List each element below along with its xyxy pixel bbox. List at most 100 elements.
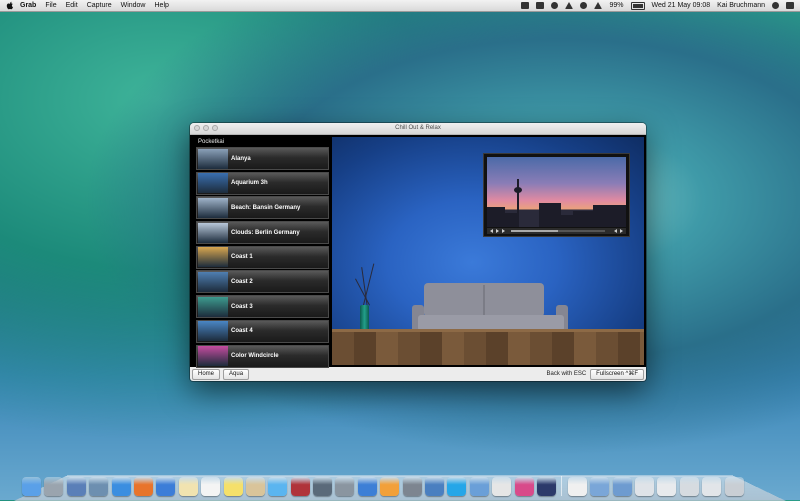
stack-3-icon[interactable] bbox=[679, 477, 699, 496]
video-thumbnail bbox=[198, 296, 228, 317]
itunes-store-icon[interactable] bbox=[536, 477, 556, 496]
battery-percentage[interactable]: 99% bbox=[609, 0, 623, 11]
stickies-icon[interactable] bbox=[223, 477, 243, 496]
progress-fill bbox=[511, 230, 558, 232]
list-item-label: Coast 2 bbox=[231, 278, 253, 285]
menu-extras: 99% Wed 21 May 09:08 Kai Bruchmann bbox=[521, 0, 794, 11]
video-thumbnail bbox=[198, 247, 228, 268]
iphoto-icon[interactable] bbox=[156, 477, 176, 496]
itunes-icon[interactable] bbox=[357, 477, 377, 496]
zoom-button[interactable] bbox=[212, 125, 218, 131]
contacts-icon[interactable] bbox=[245, 477, 265, 496]
menu-help[interactable]: Help bbox=[155, 0, 169, 11]
menu-app-name[interactable]: Grab bbox=[20, 0, 36, 11]
user-name[interactable]: Kai Bruchmann bbox=[717, 0, 765, 11]
sync-icon[interactable] bbox=[551, 2, 559, 9]
minimize-button[interactable] bbox=[203, 125, 209, 131]
app-store-icon[interactable] bbox=[469, 477, 489, 496]
mission-control-icon[interactable] bbox=[66, 477, 86, 496]
safari-icon[interactable] bbox=[111, 477, 131, 496]
notes-icon[interactable] bbox=[178, 477, 198, 496]
list-item-label: Color Windcircle bbox=[231, 353, 279, 359]
window-titlebar[interactable]: Chill Out & Relax bbox=[190, 123, 646, 135]
display-icon[interactable] bbox=[536, 2, 545, 9]
list-item[interactable]: Coast 2 bbox=[196, 270, 329, 294]
close-button[interactable] bbox=[194, 125, 200, 131]
aqua-button[interactable]: Aqua bbox=[223, 368, 250, 380]
esc-hint: Back with ESC bbox=[546, 371, 587, 377]
volume-up-icon[interactable] bbox=[620, 229, 623, 233]
folder-icon[interactable] bbox=[590, 477, 610, 496]
dock-separator bbox=[561, 476, 563, 496]
messages-icon[interactable] bbox=[268, 477, 288, 496]
list-item-label: Alanya bbox=[231, 155, 251, 162]
video-thumbnail bbox=[198, 321, 228, 342]
volume-icon[interactable] bbox=[594, 2, 603, 9]
rewind-icon[interactable] bbox=[490, 229, 493, 233]
list-item[interactable]: Coast 3 bbox=[196, 295, 329, 319]
tv-picture bbox=[487, 157, 626, 227]
player-controls bbox=[487, 228, 626, 234]
bluetooth-icon[interactable] bbox=[565, 2, 574, 9]
fullscreen-button[interactable]: Fullscreen ^⌘F bbox=[590, 368, 644, 380]
list-item[interactable]: Color Windcircle bbox=[196, 344, 329, 368]
list-item-label: Coast 1 bbox=[231, 254, 253, 261]
home-button[interactable]: Home bbox=[192, 368, 221, 380]
downloads-icon[interactable] bbox=[612, 477, 632, 496]
apple-icon[interactable] bbox=[6, 1, 14, 10]
skype-icon[interactable] bbox=[447, 477, 467, 496]
window-bottom-bar: Home Aqua Back with ESC Fullscreen ^⌘F bbox=[190, 367, 646, 381]
preview-stage[interactable] bbox=[332, 137, 644, 365]
stack-1-icon[interactable] bbox=[634, 477, 654, 496]
tv-screen[interactable] bbox=[483, 153, 630, 237]
volume-down-icon[interactable] bbox=[614, 229, 617, 233]
wifi-icon[interactable] bbox=[580, 2, 588, 9]
video-thumbnail bbox=[198, 222, 228, 243]
launchpad-icon[interactable] bbox=[44, 477, 64, 496]
notification-center-icon[interactable] bbox=[786, 2, 794, 9]
list-item-label: Coast 3 bbox=[231, 303, 253, 310]
list-item[interactable]: Coast 4 bbox=[196, 319, 329, 343]
window-title: Chill Out & Relax bbox=[395, 125, 441, 131]
menu-edit[interactable]: Edit bbox=[66, 0, 78, 11]
list-item[interactable]: Alanya bbox=[196, 147, 329, 170]
stack-2-icon[interactable] bbox=[657, 477, 677, 496]
dock-icons bbox=[22, 472, 782, 496]
image-capture-icon[interactable] bbox=[313, 477, 333, 496]
xcode-icon[interactable] bbox=[425, 477, 445, 496]
battery-icon[interactable] bbox=[630, 1, 645, 10]
finder-icon[interactable] bbox=[22, 477, 41, 496]
ibooks-icon[interactable] bbox=[380, 477, 400, 496]
calendar-icon[interactable] bbox=[201, 477, 221, 496]
system-preferences-icon[interactable] bbox=[402, 477, 422, 496]
clock[interactable]: Wed 21 May 09:08 bbox=[652, 0, 711, 11]
trash-icon[interactable] bbox=[724, 477, 744, 496]
list-item-label: Aquarium 3h bbox=[231, 180, 268, 187]
list-item-label: Coast 4 bbox=[231, 328, 253, 335]
menu-file[interactable]: File bbox=[45, 0, 56, 11]
play-icon[interactable] bbox=[496, 229, 499, 233]
list-item[interactable]: Clouds: Berlin Germany bbox=[196, 221, 329, 245]
spotlight-icon[interactable] bbox=[772, 2, 779, 9]
window-content: Pocketkai Alanya Aquarium 3h Beach: Bansin… bbox=[190, 135, 646, 368]
list-item[interactable]: Beach: Bansin Germany bbox=[196, 196, 329, 220]
document-icon[interactable] bbox=[567, 477, 587, 496]
video-thumbnail bbox=[198, 346, 228, 366]
traffic-lights bbox=[194, 125, 218, 131]
menu-capture[interactable]: Capture bbox=[87, 0, 112, 11]
list-item[interactable]: Coast 1 bbox=[196, 245, 329, 269]
list-item[interactable]: Aquarium 3h bbox=[196, 171, 329, 195]
grapher-icon[interactable] bbox=[335, 477, 355, 496]
menu-window[interactable]: Window bbox=[121, 0, 146, 11]
chess-icon[interactable] bbox=[492, 477, 512, 496]
stack-4-icon[interactable] bbox=[702, 477, 722, 496]
sidebar-title: Pocketkai bbox=[198, 139, 225, 145]
progress-bar[interactable] bbox=[511, 230, 605, 232]
screen-icon[interactable] bbox=[521, 2, 530, 9]
photo-booth-icon[interactable] bbox=[290, 477, 310, 496]
forward-icon[interactable] bbox=[502, 229, 505, 233]
photoshop-icon[interactable] bbox=[514, 477, 534, 496]
firefox-icon[interactable] bbox=[133, 477, 153, 496]
floor bbox=[332, 329, 644, 365]
preview-icon[interactable] bbox=[89, 477, 109, 496]
